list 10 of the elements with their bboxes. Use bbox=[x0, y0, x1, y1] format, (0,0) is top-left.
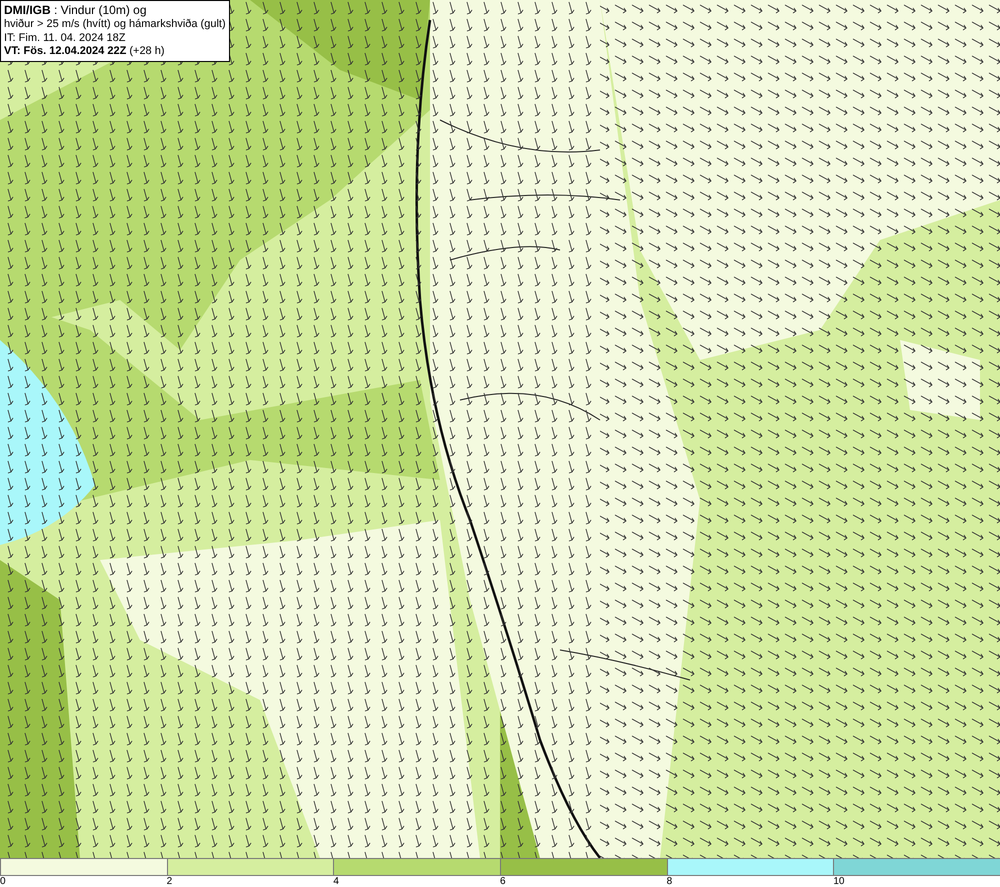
legend-tick-label: 4 bbox=[333, 876, 339, 887]
legend-tick-label: 8 bbox=[666, 876, 672, 887]
legend-tick-label: 0 bbox=[0, 876, 6, 887]
map-info-text: IT: Fim. 11. 04. 2024 18Z bbox=[4, 32, 126, 45]
map-info-text: VT: Fös. 12.04.2024 22Z (+28 h) bbox=[4, 45, 166, 58]
legend-tick-label: 10 bbox=[833, 876, 844, 887]
map-info-text: hviður > 25 m/s (hvítt) og hámarkshviða (gult) bbox=[4, 18, 226, 32]
map-info-text: DMI/IGB : Vindur (10m) og bbox=[4, 3, 148, 18]
legend-tick-label: 6 bbox=[500, 876, 506, 887]
legend-tick-label: 2 bbox=[166, 876, 172, 887]
